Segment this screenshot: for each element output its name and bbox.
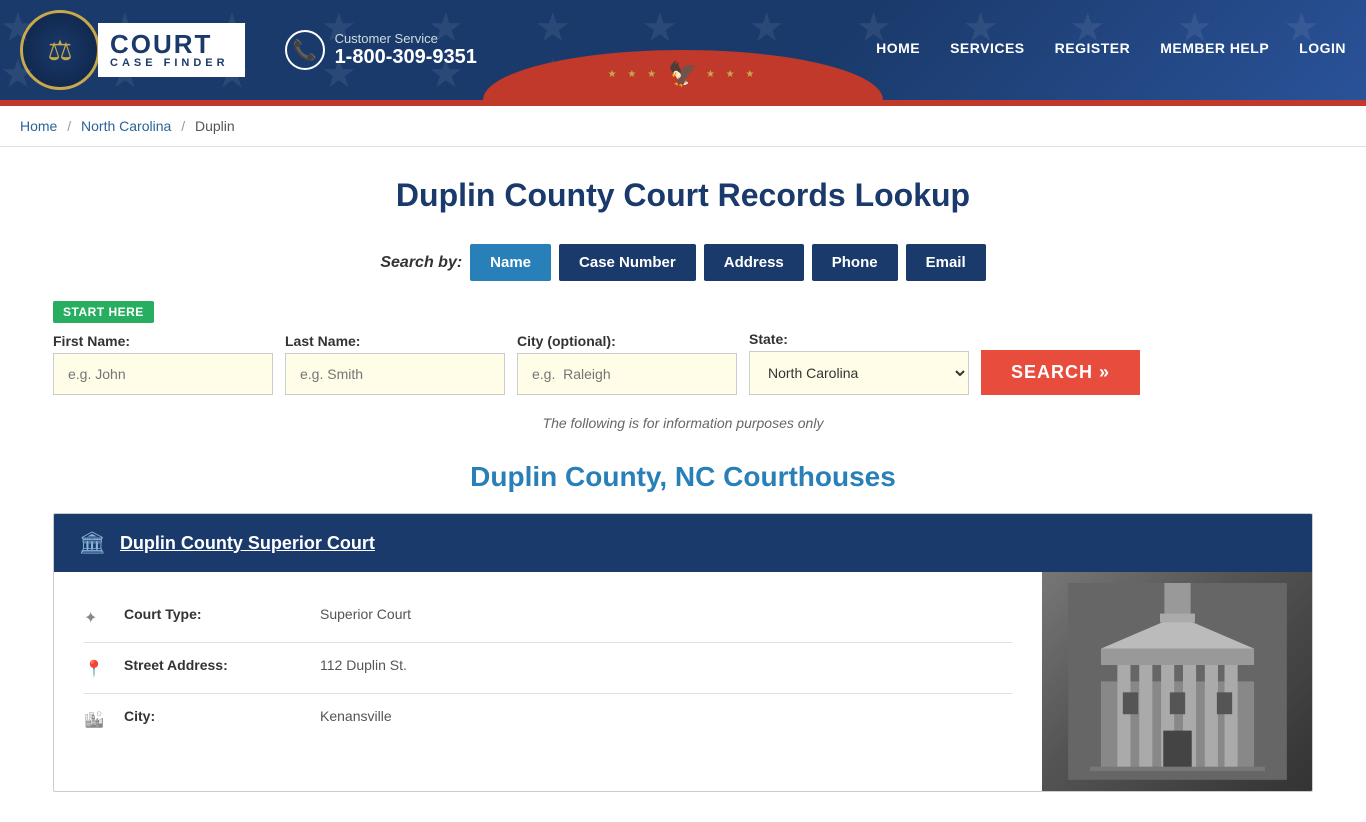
- header-swoosh: ★ ★ ★ 🦅 ★ ★ ★: [483, 50, 883, 100]
- breadcrumb: Home / North Carolina / Duplin: [0, 106, 1366, 147]
- first-name-label: First Name:: [53, 333, 273, 349]
- site-header: ⚖ COURT CASE FINDER 📞 Customer Service 1…: [0, 0, 1366, 100]
- state-select[interactable]: North Carolina Alabama Alaska Arizona Ca…: [749, 351, 969, 395]
- breadcrumb-sep-1: /: [67, 118, 71, 134]
- courthouse-photo: [1042, 572, 1312, 791]
- search-form: First Name: Last Name: City (optional): …: [53, 331, 1313, 395]
- detail-row-address: 📍 Street Address: 112 Duplin St.: [84, 643, 1012, 694]
- search-tabs-row: Search by: Name Case Number Address Phon…: [53, 244, 1313, 281]
- page-title: Duplin County Court Records Lookup: [53, 177, 1313, 214]
- info-note: The following is for information purpose…: [53, 415, 1313, 431]
- search-button[interactable]: SEARCH »: [981, 350, 1140, 395]
- detail-icon-city: 🏙: [84, 710, 108, 730]
- breadcrumb-sep-2: /: [181, 118, 185, 134]
- last-name-label: Last Name:: [285, 333, 505, 349]
- customer-service: 📞 Customer Service 1-800-309-9351: [285, 30, 477, 70]
- tab-phone[interactable]: Phone: [812, 244, 898, 281]
- start-here-badge: START HERE: [53, 301, 154, 323]
- detail-value-type: Superior Court: [320, 606, 411, 622]
- main-nav: HOME SERVICES REGISTER MEMBER HELP LOGIN: [876, 40, 1346, 60]
- nav-register[interactable]: REGISTER: [1055, 40, 1131, 60]
- state-field: State: North Carolina Alabama Alaska Ari…: [749, 331, 969, 395]
- tab-name[interactable]: Name: [470, 244, 551, 281]
- courthouse-building-icon: 🏛: [78, 530, 106, 556]
- courthouse-details: ✦ Court Type: Superior Court 📍 Street Ad…: [54, 572, 1042, 791]
- first-name-field: First Name:: [53, 333, 273, 395]
- stars-right: ★ ★ ★: [706, 69, 758, 80]
- detail-row-city: 🏙 City: Kenansville: [84, 694, 1012, 744]
- phone-icon: 📞: [285, 30, 325, 70]
- nav-services[interactable]: SERVICES: [950, 40, 1025, 60]
- logo-text: COURT CASE FINDER: [98, 23, 245, 77]
- logo-finder-text: CASE FINDER: [110, 57, 229, 69]
- last-name-input[interactable]: [285, 353, 505, 395]
- eagle-icon: 🦅: [668, 60, 698, 89]
- cs-phone: 1-800-309-9351: [335, 46, 477, 69]
- nav-login[interactable]: LOGIN: [1299, 40, 1346, 60]
- courthouse-body: ✦ Court Type: Superior Court 📍 Street Ad…: [54, 572, 1312, 791]
- detail-label-city: City:: [124, 708, 304, 724]
- detail-value-city: Kenansville: [320, 708, 392, 724]
- detail-row-type: ✦ Court Type: Superior Court: [84, 592, 1012, 643]
- nav-home[interactable]: HOME: [876, 40, 920, 60]
- courthouse-image: [1042, 572, 1312, 791]
- tab-address[interactable]: Address: [704, 244, 804, 281]
- stars-left: ★ ★ ★: [608, 69, 660, 80]
- detail-icon-type: ✦: [84, 608, 108, 628]
- courthouse-name[interactable]: Duplin County Superior Court: [120, 533, 375, 554]
- breadcrumb-state[interactable]: North Carolina: [81, 118, 171, 134]
- search-form-area: START HERE First Name: Last Name: City (…: [53, 301, 1313, 395]
- logo-court-text: COURT: [110, 31, 229, 57]
- breadcrumb-home[interactable]: Home: [20, 118, 57, 134]
- cs-label: Customer Service: [335, 31, 477, 46]
- first-name-input[interactable]: [53, 353, 273, 395]
- city-label: City (optional):: [517, 333, 737, 349]
- courthouses-title: Duplin County, NC Courthouses: [53, 461, 1313, 493]
- logo-icon: ⚖: [20, 10, 100, 90]
- courthouse-svg: [1056, 583, 1299, 780]
- breadcrumb-county: Duplin: [195, 118, 235, 134]
- courthouse-header: 🏛 Duplin County Superior Court: [54, 514, 1312, 572]
- nav-member-help[interactable]: MEMBER HELP: [1160, 40, 1269, 60]
- logo-area: ⚖ COURT CASE FINDER: [20, 10, 245, 90]
- tab-case-number[interactable]: Case Number: [559, 244, 696, 281]
- last-name-field: Last Name:: [285, 333, 505, 395]
- logo-scale-icon: ⚖: [47, 34, 72, 67]
- detail-label-type: Court Type:: [124, 606, 304, 622]
- tab-email[interactable]: Email: [906, 244, 986, 281]
- detail-value-address: 112 Duplin St.: [320, 657, 407, 673]
- detail-icon-address: 📍: [84, 659, 108, 679]
- state-label: State:: [749, 331, 969, 347]
- courthouse-card: 🏛 Duplin County Superior Court ✦ Court T…: [53, 513, 1313, 792]
- detail-label-address: Street Address:: [124, 657, 304, 673]
- city-input[interactable]: [517, 353, 737, 395]
- main-content: Duplin County Court Records Lookup Searc…: [33, 147, 1333, 822]
- eagle-area: ★ ★ ★ 🦅 ★ ★ ★: [608, 60, 759, 89]
- search-by-label: Search by:: [380, 254, 462, 272]
- city-field: City (optional):: [517, 333, 737, 395]
